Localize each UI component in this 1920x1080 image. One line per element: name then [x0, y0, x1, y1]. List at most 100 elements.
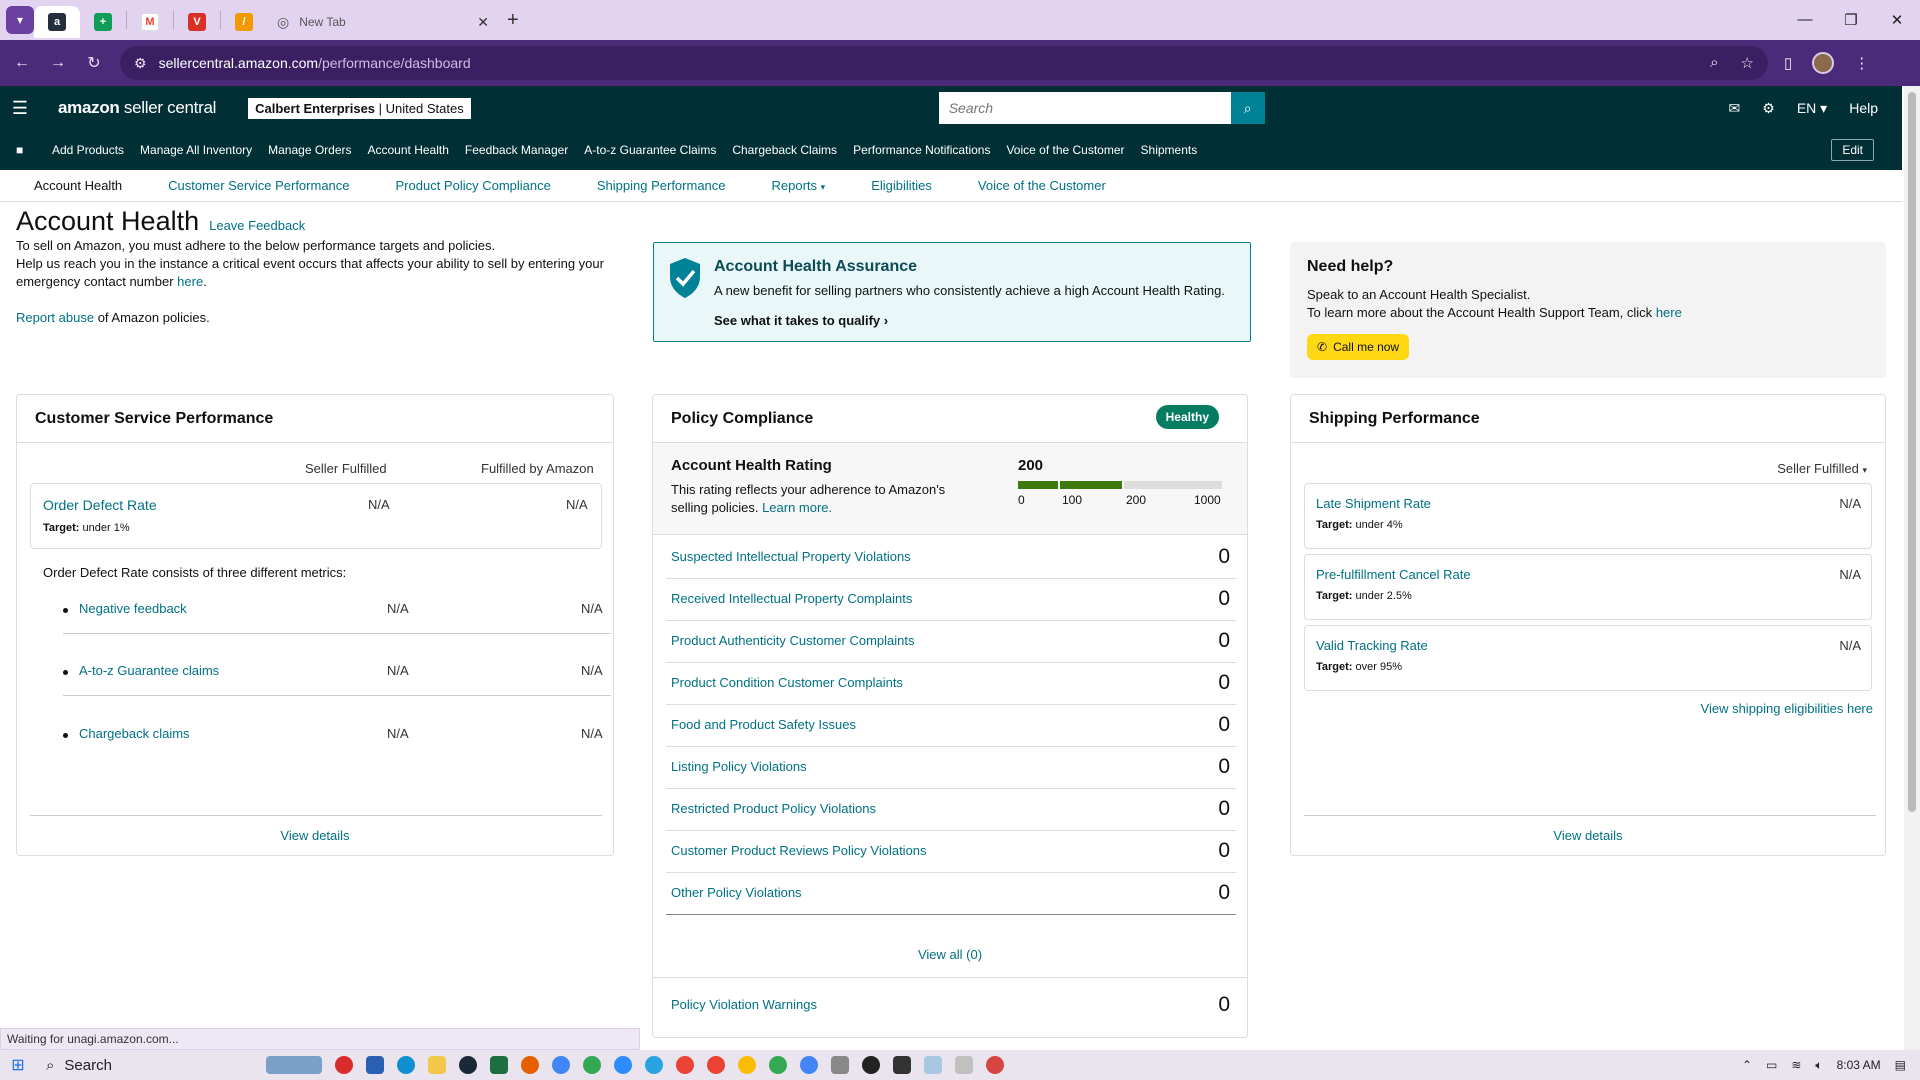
search-icon[interactable]: ⌕: [1230, 92, 1265, 124]
chrome-icon[interactable]: [707, 1056, 725, 1074]
notifications-icon[interactable]: ▤: [1895, 1058, 1906, 1072]
chevron-up-icon[interactable]: ⌃: [1742, 1058, 1752, 1072]
shipping-eligibilities-link[interactable]: View shipping eligibilities here: [1701, 701, 1873, 716]
scroll-thumb[interactable]: [1908, 92, 1916, 812]
volume-icon[interactable]: 🔈︎: [1815, 1058, 1822, 1073]
tab-tool[interactable]: /: [221, 6, 267, 38]
emergency-contact-link[interactable]: here: [177, 274, 203, 289]
nav-atoz-claims[interactable]: A-to-z Guarantee Claims: [584, 143, 716, 157]
restore-icon[interactable]: ❐: [1828, 11, 1874, 29]
app-icon[interactable]: [986, 1056, 1004, 1074]
widget-icon[interactable]: [266, 1056, 322, 1074]
back-icon[interactable]: ←: [4, 54, 40, 72]
nav-manage-inventory[interactable]: Manage All Inventory: [140, 143, 252, 157]
ship-metric-link[interactable]: Pre-fulfillment Cancel Rate: [1316, 567, 1471, 582]
tab-amazon[interactable]: a: [34, 6, 80, 38]
nav-chargeback-claims[interactable]: Chargeback Claims: [732, 143, 837, 157]
excel-icon[interactable]: [490, 1056, 508, 1074]
calculator-icon[interactable]: [831, 1056, 849, 1074]
subnav-shipping[interactable]: Shipping Performance: [597, 178, 726, 193]
clock[interactable]: 8:03 AM: [1837, 1058, 1881, 1072]
nav-account-health[interactable]: Account Health: [368, 143, 449, 157]
call-me-now-button[interactable]: ✆ Call me now: [1307, 334, 1410, 360]
learn-more-link[interactable]: Learn more.: [762, 500, 832, 515]
subnav-reports[interactable]: Reports ▾: [772, 178, 826, 193]
edit-nav-button[interactable]: Edit: [1831, 139, 1874, 161]
bookmark-icon[interactable]: ■: [16, 143, 36, 157]
report-abuse-link[interactable]: Report abuse: [16, 310, 94, 325]
taskbar-search[interactable]: ⌕ Search: [36, 1057, 236, 1074]
tab-vivaldi[interactable]: V: [174, 6, 220, 38]
search-input[interactable]: [938, 92, 1231, 124]
chrome-icon[interactable]: [676, 1056, 694, 1074]
close-window-icon[interactable]: ✕: [1874, 11, 1920, 29]
zoom-icon[interactable]: [614, 1056, 632, 1074]
mail-icon[interactable]: ✉: [1729, 100, 1741, 117]
sp-view-details-link[interactable]: View details: [1291, 828, 1885, 843]
chrome-icon[interactable]: [800, 1056, 818, 1074]
odr-link[interactable]: Order Defect Rate: [43, 497, 157, 513]
nav-add-products[interactable]: Add Products: [52, 143, 124, 157]
app-icon[interactable]: [862, 1056, 880, 1074]
app-icon[interactable]: [955, 1056, 973, 1074]
app-icon[interactable]: [335, 1056, 353, 1074]
nav-shipments[interactable]: Shipments: [1141, 143, 1198, 157]
nav-manage-orders[interactable]: Manage Orders: [268, 143, 351, 157]
violation-link[interactable]: Restricted Product Policy Violations: [671, 801, 876, 816]
violation-link[interactable]: Product Condition Customer Complaints: [671, 675, 903, 690]
edge-icon[interactable]: [397, 1056, 415, 1074]
metric-link[interactable]: Chargeback claims: [79, 726, 190, 741]
ship-metric-link[interactable]: Late Shipment Rate: [1316, 496, 1431, 511]
page-scrollbar[interactable]: [1904, 86, 1920, 1050]
view-all-link[interactable]: View all (0): [653, 947, 1247, 962]
browser-menu-icon[interactable]: ⋮: [1854, 54, 1869, 72]
app-icon[interactable]: [893, 1056, 911, 1074]
chrome-icon[interactable]: [769, 1056, 787, 1074]
tab-new-tab[interactable]: ◎ New Tab ✕: [267, 6, 499, 38]
csp-view-details-link[interactable]: View details: [17, 828, 613, 843]
subnav-customer-service[interactable]: Customer Service Performance: [168, 178, 349, 193]
new-tab-plus-icon[interactable]: +: [507, 9, 519, 32]
nav-performance-notifications[interactable]: Performance Notifications: [853, 143, 990, 157]
tab-search-icon[interactable]: ▾: [6, 6, 34, 34]
subnav-eligibilities[interactable]: Eligibilities: [871, 178, 932, 193]
chrome-icon[interactable]: [583, 1056, 601, 1074]
bookmark-star-icon[interactable]: ☆: [1741, 54, 1754, 72]
steam-icon[interactable]: [459, 1056, 477, 1074]
side-panel-icon[interactable]: ▯: [1784, 54, 1792, 72]
ship-metric-link[interactable]: Valid Tracking Rate: [1316, 638, 1428, 653]
hamburger-menu-icon[interactable]: ☰: [0, 98, 40, 119]
metric-link[interactable]: Negative feedback: [79, 601, 187, 616]
notepad-icon[interactable]: [924, 1056, 942, 1074]
violation-link[interactable]: Suspected Intellectual Property Violatio…: [671, 549, 911, 564]
support-team-link[interactable]: here: [1656, 305, 1682, 320]
chrome-icon[interactable]: [738, 1056, 756, 1074]
subnav-product-policy[interactable]: Product Policy Compliance: [396, 178, 551, 193]
wifi-icon[interactable]: ≋: [1791, 1058, 1801, 1072]
fulfillment-selector[interactable]: Seller Fulfilled ▾: [1777, 461, 1867, 476]
tab-gmail[interactable]: M: [127, 6, 173, 38]
language-selector[interactable]: EN ▾: [1797, 100, 1827, 117]
windows-start-icon[interactable]: ⊞: [0, 1055, 36, 1075]
leave-feedback-link[interactable]: Leave Feedback: [209, 218, 305, 233]
account-switcher[interactable]: Calbert Enterprises | United States: [248, 97, 471, 119]
subnav-voice-of-customer[interactable]: Voice of the Customer: [978, 178, 1106, 193]
telegram-icon[interactable]: [645, 1056, 663, 1074]
minimize-icon[interactable]: —: [1782, 11, 1828, 29]
site-info-icon[interactable]: ⚙: [134, 55, 147, 72]
seller-central-logo[interactable]: amazon seller central: [58, 98, 216, 118]
violation-link[interactable]: Product Authenticity Customer Complaints: [671, 633, 915, 648]
qualify-link[interactable]: See what it takes to qualify ›: [714, 313, 888, 328]
gear-icon[interactable]: ⚙: [1762, 100, 1775, 117]
violation-link[interactable]: Customer Product Reviews Policy Violatio…: [671, 843, 927, 858]
url-bar[interactable]: ⚙ sellercentral.amazon.com/performance/d…: [120, 46, 1768, 80]
chrome-icon[interactable]: [552, 1056, 570, 1074]
violation-link[interactable]: Food and Product Safety Issues: [671, 717, 856, 732]
metric-link[interactable]: A-to-z Guarantee claims: [79, 663, 219, 678]
violation-link[interactable]: Other Policy Violations: [671, 885, 802, 900]
forward-icon[interactable]: →: [40, 54, 76, 72]
app-icon[interactable]: [366, 1056, 384, 1074]
nav-voice-of-customer[interactable]: Voice of the Customer: [1006, 143, 1124, 157]
reload-icon[interactable]: ↻: [76, 53, 112, 73]
file-explorer-icon[interactable]: [428, 1056, 446, 1074]
